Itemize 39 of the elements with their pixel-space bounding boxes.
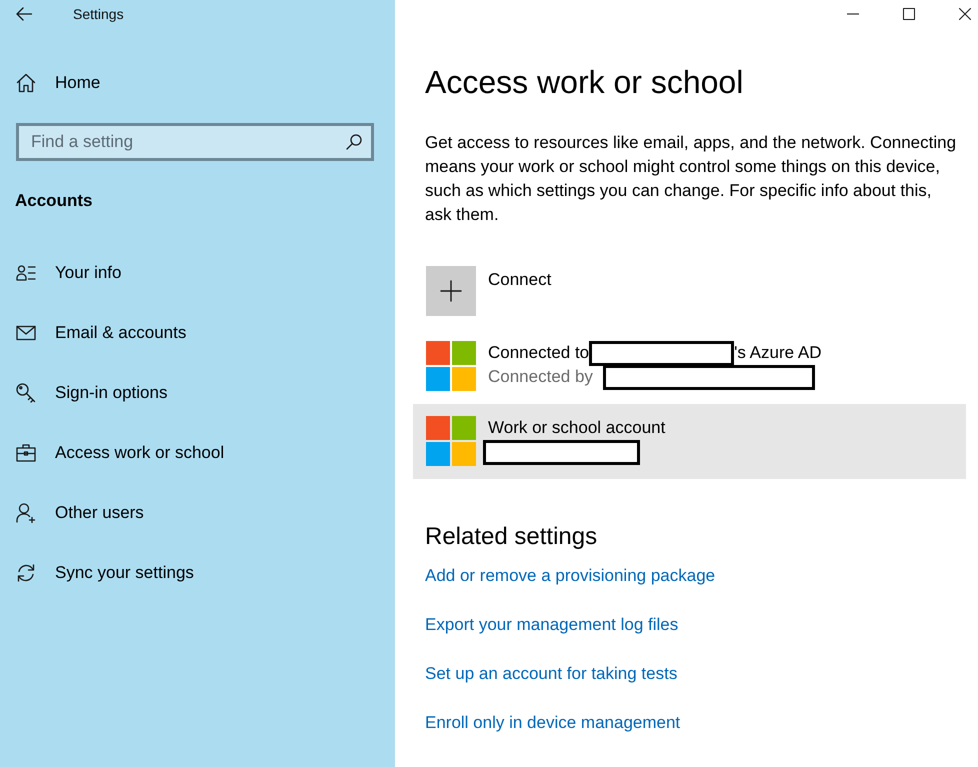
account-title-text: Work or school account bbox=[488, 417, 666, 439]
plus-tile-icon bbox=[426, 266, 476, 316]
related-link[interactable]: Enroll only in device management bbox=[425, 711, 680, 735]
window-title: Settings bbox=[73, 5, 124, 24]
sidebar-nav-item[interactable]: Your info bbox=[16, 261, 122, 285]
home-icon bbox=[16, 73, 36, 93]
home-link[interactable]: Home bbox=[16, 71, 100, 95]
close-icon bbox=[959, 8, 971, 20]
section-heading: Related settings bbox=[425, 522, 598, 552]
sync-icon bbox=[16, 563, 36, 583]
search-icon bbox=[346, 134, 362, 150]
arrow-left-icon bbox=[16, 7, 32, 21]
sidebar-nav-item[interactable]: Sign-in options bbox=[16, 381, 168, 405]
account-row[interactable]: Work or school account bbox=[413, 404, 966, 479]
related-link[interactable]: Add or remove a provisioning package bbox=[425, 564, 716, 588]
page-title: Access work or school bbox=[425, 63, 744, 102]
related-link[interactable]: Export your management log files bbox=[425, 613, 678, 637]
account-title-text: 's Azure AD bbox=[734, 342, 822, 364]
key-icon bbox=[16, 383, 36, 403]
account-subtitle-text: Connected by bbox=[488, 366, 593, 388]
envelope-icon bbox=[16, 323, 36, 343]
squares-logo-icon bbox=[426, 341, 476, 391]
sidebar-nav-item[interactable]: Access work or school bbox=[16, 441, 224, 465]
connect-button[interactable]: Connect bbox=[426, 254, 552, 329]
sidebar-nav-item[interactable]: Other users bbox=[16, 501, 144, 525]
person-list-icon bbox=[16, 263, 36, 283]
person-add-icon bbox=[16, 503, 36, 523]
sidebar-nav-item[interactable]: Email & accounts bbox=[16, 321, 186, 345]
related-link[interactable]: Set up an account for taking tests bbox=[425, 662, 678, 686]
account-title-text: Connected to bbox=[488, 342, 590, 364]
description-text: Get access to resources like email, apps, and the network. Connecting means your work or school might control some things on this device, such as which settings you can change. For specific info about this, ask them. bbox=[425, 132, 958, 226]
briefcase-icon bbox=[16, 443, 36, 463]
maximize-icon bbox=[903, 8, 915, 20]
minimize-icon bbox=[847, 13, 859, 15]
search-field[interactable]: Find a setting bbox=[16, 123, 374, 161]
squares-logo-icon bbox=[426, 416, 476, 466]
sidebar-nav-item[interactable]: Sync your settings bbox=[16, 561, 194, 585]
section-heading: Accounts bbox=[15, 190, 92, 212]
account-row[interactable]: Connected to 's Azure AD Connected by bbox=[426, 329, 822, 404]
